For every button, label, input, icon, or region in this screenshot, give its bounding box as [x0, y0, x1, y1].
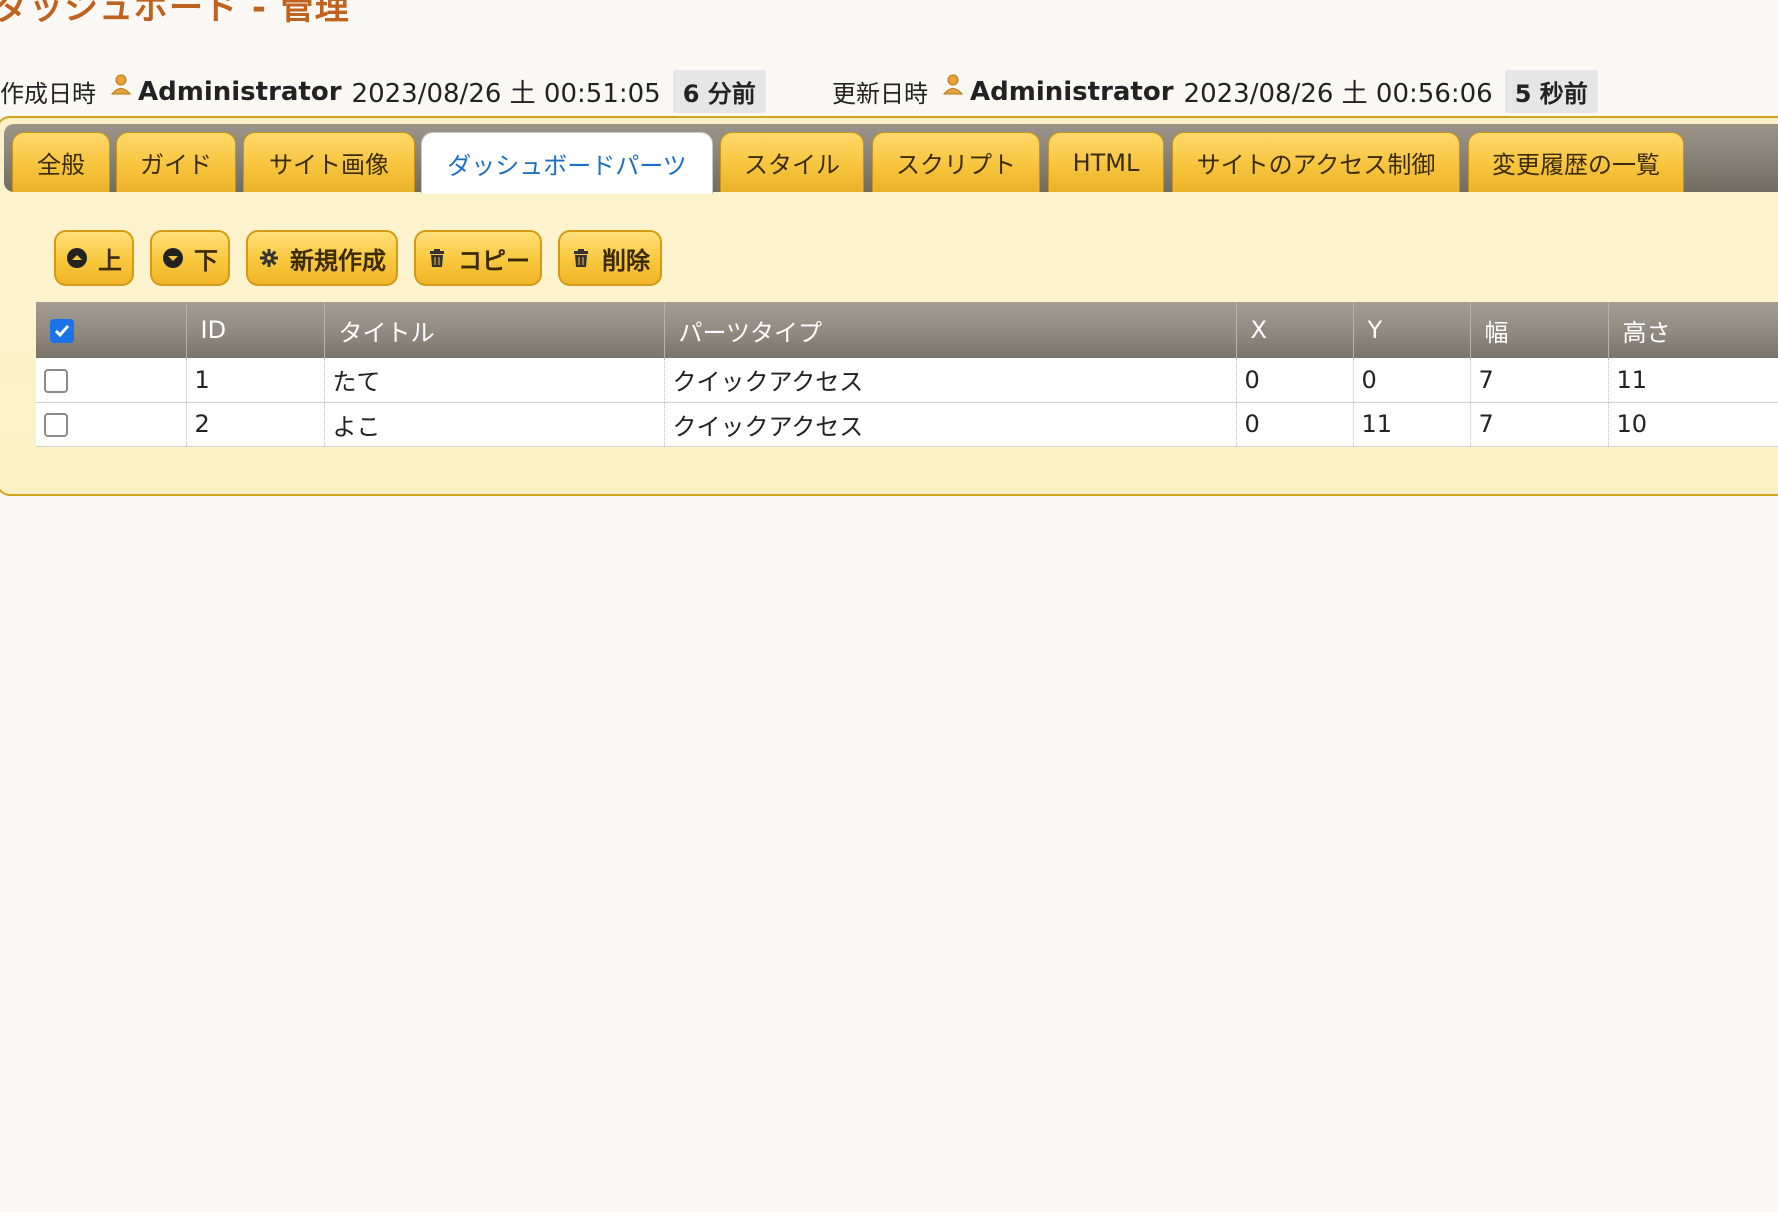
tab-html[interactable]: HTML	[1048, 132, 1164, 192]
move-up-label: 上	[98, 246, 122, 275]
trash-icon	[426, 247, 448, 269]
circle-down-icon	[162, 247, 184, 269]
tab-style[interactable]: スタイル	[720, 132, 864, 192]
delete-label: 削除	[602, 246, 650, 275]
updated-user[interactable]: Administrator	[970, 77, 1174, 107]
cell-id: 1	[186, 358, 325, 403]
updated-info: 更新日時 Administrator 2023/08/26 土 00:56:06…	[832, 70, 1598, 113]
select-all-checkbox[interactable]	[50, 319, 74, 343]
cell-id: 2	[186, 402, 325, 447]
header-title[interactable]: タイトル	[324, 302, 665, 358]
row-checkbox[interactable]	[44, 413, 68, 437]
cell-width: 7	[1470, 358, 1609, 403]
cell-x: 0	[1236, 402, 1354, 447]
cell-part-type: クイックアクセス	[664, 358, 1237, 403]
circle-up-icon	[66, 247, 88, 269]
tab-general[interactable]: 全般	[12, 132, 110, 192]
grid-header-row: ID タイトル パーツタイプ X Y 幅 高さ	[36, 302, 1778, 358]
tab-dashboard-parts[interactable]: ダッシュボードパーツ	[421, 132, 713, 194]
copy-label: コピー	[458, 246, 530, 275]
tab-site-access-control[interactable]: サイトのアクセス制御	[1172, 132, 1460, 192]
table-row[interactable]: 2 よこ クイックアクセス 0 11 7 10	[36, 402, 1778, 447]
parts-grid: ID タイトル パーツタイプ X Y 幅 高さ 1 たて クイックアクセス 0 …	[36, 302, 1778, 447]
cell-height: 10	[1608, 402, 1778, 447]
tab-guide[interactable]: ガイド	[116, 132, 236, 192]
header-part-type[interactable]: パーツタイプ	[664, 302, 1237, 358]
cell-x: 0	[1236, 358, 1354, 403]
trash-icon	[570, 247, 592, 269]
tab-site-image[interactable]: サイト画像	[243, 132, 415, 192]
tab-script[interactable]: スクリプト	[872, 132, 1040, 192]
header-select-all[interactable]	[36, 302, 187, 358]
cell-width: 7	[1470, 402, 1609, 447]
user-icon	[110, 73, 132, 95]
cell-y: 0	[1353, 358, 1471, 403]
header-width[interactable]: 幅	[1470, 302, 1609, 358]
move-down-button[interactable]: 下	[150, 230, 230, 286]
new-button[interactable]: 新規作成	[246, 230, 398, 286]
header-y[interactable]: Y	[1353, 302, 1471, 358]
created-ago-badge: 6 分前	[672, 70, 766, 113]
new-label: 新規作成	[290, 246, 386, 275]
user-icon	[942, 73, 964, 95]
page: ダッシュボード - 管理 作成日時 Administrator 2023/08/…	[0, 0, 1778, 1212]
delete-button[interactable]: 削除	[558, 230, 662, 286]
updated-label: 更新日時	[832, 80, 928, 108]
gear-icon	[258, 247, 280, 269]
cell-y: 11	[1353, 402, 1471, 447]
cell-part-type: クイックアクセス	[664, 402, 1237, 447]
table-row[interactable]: 1 たて クイックアクセス 0 0 7 11	[36, 358, 1778, 403]
header-x[interactable]: X	[1236, 302, 1354, 358]
updated-ago-badge: 5 秒前	[1504, 70, 1598, 113]
cell-title: よこ	[324, 402, 665, 447]
move-down-label: 下	[194, 246, 218, 275]
header-height[interactable]: 高さ	[1608, 302, 1778, 358]
page-title: ダッシュボード - 管理	[0, 0, 350, 28]
created-date: 2023/08/26 土 00:51:05	[351, 79, 661, 109]
row-select-cell[interactable]	[36, 358, 187, 403]
move-up-button[interactable]: 上	[54, 230, 134, 286]
updated-date: 2023/08/26 土 00:56:06	[1183, 79, 1493, 109]
header-id[interactable]: ID	[186, 302, 325, 358]
copy-button[interactable]: コピー	[414, 230, 542, 286]
row-select-cell[interactable]	[36, 402, 187, 447]
cell-title: たて	[324, 358, 665, 403]
created-user[interactable]: Administrator	[138, 77, 342, 107]
cell-height: 11	[1608, 358, 1778, 403]
created-label: 作成日時	[0, 80, 96, 108]
row-checkbox[interactable]	[44, 368, 68, 393]
tab-change-history[interactable]: 変更履歴の一覧	[1468, 132, 1684, 192]
created-info: 作成日時 Administrator 2023/08/26 土 00:51:05…	[0, 70, 766, 113]
